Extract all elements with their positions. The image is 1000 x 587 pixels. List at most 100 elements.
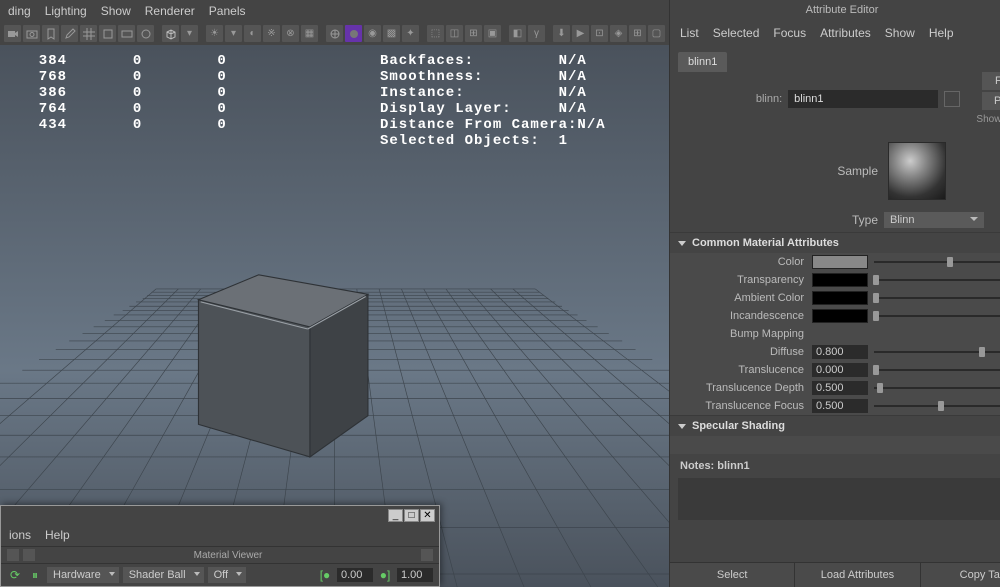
popout-icon[interactable] [421, 549, 433, 561]
tool-bake-icon[interactable] [137, 25, 154, 42]
select-button[interactable]: Select [670, 563, 795, 587]
geometry-dropdown[interactable]: Shader Ball [123, 567, 204, 583]
tool-sel-highlight-icon[interactable]: ▶ [572, 25, 589, 42]
tool-wire-on-shaded-icon[interactable]: ◉ [364, 25, 381, 42]
transparency-swatch[interactable] [812, 273, 868, 287]
notes-textarea[interactable] [678, 478, 1000, 520]
tool-gamma-icon[interactable]: γ [528, 25, 545, 42]
tool-use-all-lights-icon[interactable]: ✦ [402, 25, 419, 42]
tool-gate-mask-icon[interactable]: ◈ [610, 25, 627, 42]
tool-smooth-shaded-icon[interactable] [345, 25, 362, 42]
bracket-in-icon[interactable]: [● [317, 567, 333, 583]
tool-cube-icon[interactable] [162, 25, 179, 42]
bump-mapping-label: Bump Mapping [678, 328, 808, 340]
translucence-focus-input[interactable] [812, 399, 868, 413]
sample-label: Sample [678, 164, 878, 178]
ambient-color-slider[interactable] [872, 291, 1000, 305]
focus-button[interactable]: Focus [982, 72, 1000, 90]
translucence-depth-input[interactable] [812, 381, 868, 395]
tool-light-dd-icon[interactable]: ▾ [225, 25, 242, 42]
tool-ao-icon[interactable]: ※ [263, 25, 280, 42]
tool-isolate-select-icon[interactable]: ⬚ [427, 25, 444, 42]
tool-depth-icon[interactable]: ⬇ [553, 25, 570, 42]
presets-button[interactable]: Presets [982, 92, 1000, 110]
incandescence-slider[interactable] [872, 309, 1000, 323]
material-sample-swatch[interactable] [888, 142, 946, 200]
color-swatch[interactable] [812, 255, 868, 269]
tool-select-camera-icon[interactable] [4, 25, 21, 42]
menu-show[interactable]: Show [101, 4, 131, 18]
maximize-icon[interactable]: □ [404, 509, 419, 522]
material-viewer-titlebar[interactable]: _ □ ✕ [1, 506, 439, 524]
section-common-material[interactable]: Common Material Attributes [670, 232, 1000, 253]
transparency-slider[interactable] [872, 273, 1000, 287]
tool-image-plane-icon[interactable] [118, 25, 135, 42]
tool-motion-icon[interactable]: ⊗ [282, 25, 299, 42]
pin-icon[interactable] [7, 549, 19, 561]
menu-renderer[interactable]: Renderer [145, 4, 195, 18]
refresh-icon[interactable]: ⟳ [7, 567, 23, 583]
tool-xray-joints-icon[interactable]: ⊞ [465, 25, 482, 42]
tool-clip-icon[interactable] [99, 25, 116, 42]
ae-menu-show[interactable]: Show [885, 26, 915, 40]
diffuse-input[interactable] [812, 345, 868, 359]
ae-menu-selected[interactable]: Selected [713, 26, 760, 40]
ae-menu-attributes[interactable]: Attributes [820, 26, 871, 40]
tool-xray-icon[interactable]: ◫ [446, 25, 463, 42]
tool-bookmark-icon[interactable] [42, 25, 59, 42]
ae-menu-list[interactable]: List [680, 26, 699, 40]
show-button[interactable]: Show [976, 114, 1000, 127]
tab-blinn1[interactable]: blinn1 [678, 52, 727, 72]
translucence-focus-slider[interactable] [872, 399, 1000, 413]
range-end-input[interactable] [397, 568, 433, 582]
environment-dropdown[interactable]: Off [208, 567, 246, 583]
diffuse-slider[interactable] [872, 345, 1000, 359]
close-icon[interactable]: ✕ [420, 509, 435, 522]
focus-in-icon[interactable] [944, 91, 960, 107]
translucence-slider[interactable] [872, 363, 1000, 377]
material-type-dropdown[interactable]: Blinn [884, 212, 984, 228]
range-start-input[interactable] [337, 568, 373, 582]
section-specular-shading[interactable]: Specular Shading [670, 415, 1000, 436]
transparency-label: Transparency [678, 274, 808, 286]
tool-textured2-icon[interactable]: ▩ [383, 25, 400, 42]
notes-label: Notes: blinn1 [670, 454, 1000, 478]
copy-tab-button[interactable]: Copy Tab [921, 563, 1000, 587]
tool-grid-icon[interactable] [80, 25, 97, 42]
menu-panels[interactable]: Panels [209, 4, 246, 18]
tool-snapshot-icon[interactable] [23, 25, 40, 42]
tool-edit-icon[interactable] [61, 25, 78, 42]
tool-cube-dd-icon[interactable]: ▾ [181, 25, 198, 42]
incandescence-swatch[interactable] [812, 309, 868, 323]
tool-xray-active-icon[interactable]: ▣ [484, 25, 501, 42]
tool-exposure-icon[interactable]: ◧ [509, 25, 526, 42]
tool-shadows-icon[interactable]: ◐ [244, 25, 261, 42]
cube-mesh[interactable] [198, 275, 367, 457]
mv-menu-options[interactable]: ions [9, 528, 31, 542]
tool-wireframe-icon[interactable] [326, 25, 343, 42]
ambient-color-swatch[interactable] [812, 291, 868, 305]
tool-textured-icon[interactable]: ▦ [301, 25, 318, 42]
bracket-out-icon[interactable]: ●] [377, 567, 393, 583]
node-name-input[interactable] [788, 90, 938, 108]
renderer-dropdown[interactable]: Hardware [47, 567, 119, 583]
menu-lighting[interactable]: Lighting [45, 4, 87, 18]
tool-resolution-gate-icon[interactable]: ⊡ [591, 25, 608, 42]
load-attributes-button[interactable]: Load Attributes [795, 563, 920, 587]
heads-up-stats-right: Backfaces: N/A Smoothness: N/A Instance:… [380, 53, 606, 149]
tool-safe-action-icon[interactable]: ▢ [648, 25, 665, 42]
close-panel-icon[interactable] [23, 549, 35, 561]
tool-field-chart-icon[interactable]: ⊞ [629, 25, 646, 42]
menu-shading[interactable]: ding [8, 4, 31, 18]
material-viewer-window[interactable]: _ □ ✕ ions Help Material Viewer ⟳ ⏸ Hard… [0, 505, 440, 587]
pause-icon[interactable]: ⏸ [27, 567, 43, 583]
translucence-input[interactable] [812, 363, 868, 377]
heads-up-stats-left: 384 0 0 768 0 0 386 0 0 764 0 0 434 0 0 [20, 53, 227, 133]
mv-menu-help[interactable]: Help [45, 528, 70, 542]
minimize-icon[interactable]: _ [388, 509, 403, 522]
tool-light-icon[interactable]: ☀ [206, 25, 223, 42]
color-slider[interactable] [872, 255, 1000, 269]
ae-menu-help[interactable]: Help [929, 26, 954, 40]
translucence-depth-slider[interactable] [872, 381, 1000, 395]
ae-menu-focus[interactable]: Focus [773, 26, 806, 40]
